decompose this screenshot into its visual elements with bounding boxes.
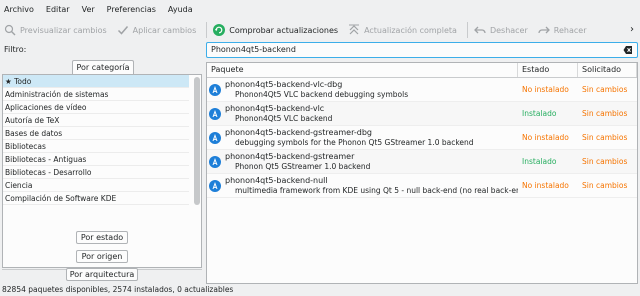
full-update-button[interactable]: Actualización completa <box>348 24 457 36</box>
toolbar-separator <box>206 22 208 38</box>
search-value: Phonon4qt5-backend <box>211 45 296 54</box>
menu-archivo[interactable]: Archivo <box>4 5 34 14</box>
tab-by-state[interactable]: Por estado <box>76 231 128 244</box>
table-row[interactable]: phonon4qt5-backend-null multimedia framew… <box>207 174 637 198</box>
package-description: Phonon4Qt5 VLC backend debugging symbols <box>235 89 409 99</box>
package-cell: phonon4qt5-backend-null multimedia framew… <box>207 174 518 197</box>
category-item[interactable]: Bibliotecas - Desarrollo <box>3 166 189 179</box>
table-row[interactable]: phonon4qt5-backend-vlc-dbg Phonon4Qt5 VLC… <box>207 78 637 102</box>
package-requested: Sin cambios <box>582 181 628 190</box>
table-row[interactable]: phonon4qt5-backend-vlc Phonon4Qt5 VLC bac… <box>207 102 637 126</box>
category-item[interactable]: Bases de datos <box>3 127 189 140</box>
refresh-icon <box>213 24 226 36</box>
toolbar-overflow-icon[interactable]: › <box>630 24 634 35</box>
package-requested: Sin cambios <box>582 157 628 166</box>
package-name: phonon4qt5-backend-vlc-dbg <box>225 79 343 89</box>
redo-label: Rehacer <box>553 25 587 35</box>
category-item[interactable]: Bibliotecas <box>3 140 189 153</box>
preview-changes-button[interactable]: Previsualizar cambios <box>4 24 107 36</box>
apply-changes-button[interactable]: Aplicar cambios <box>117 24 197 36</box>
package-cell: phonon4qt5-backend-vlc-dbg Phonon4Qt5 VLC… <box>207 78 518 101</box>
header-state[interactable]: Estado <box>518 63 578 77</box>
category-item-todo[interactable]: ★ Todo <box>3 75 189 88</box>
menu-preferencias[interactable]: Preferencias <box>107 5 156 14</box>
redo-button[interactable]: Rehacer <box>538 24 587 36</box>
check-updates-button[interactable]: Comprobar actualizaciones <box>213 24 338 36</box>
filter-label: Filtro: <box>4 45 27 54</box>
package-requested: Sin cambios <box>582 133 628 142</box>
package-description: Phonon Qt5 GStreamer 1.0 backend <box>235 161 371 171</box>
table-header: Paquete Estado Solicitado <box>207 63 637 78</box>
preview-changes-label: Previsualizar cambios <box>20 25 107 35</box>
check-updates-label: Comprobar actualizaciones <box>229 25 339 35</box>
package-cell: phonon4qt5-backend-gstreamer-dbg debuggin… <box>207 126 518 149</box>
app-store-icon <box>209 179 221 192</box>
category-item[interactable]: Autoría de TeX <box>3 114 189 127</box>
package-state: No instalado <box>522 133 569 142</box>
package-name: phonon4qt5-backend-vlc <box>225 103 325 113</box>
menu-ayuda[interactable]: Ayuda <box>168 5 193 14</box>
tab-by-category[interactable]: Por categoría <box>72 60 134 74</box>
package-state: No instalado <box>522 181 569 190</box>
package-name: phonon4qt5-backend-null <box>225 175 328 185</box>
package-state: No instalado <box>522 85 569 94</box>
category-item[interactable]: Ciencia <box>3 179 189 192</box>
tab-by-origin[interactable]: Por origen <box>76 250 128 263</box>
apply-changes-label: Aplicar cambios <box>132 25 197 35</box>
header-package[interactable]: Paquete <box>207 63 518 77</box>
undo-label: Deshacer <box>489 25 528 35</box>
clear-input-icon[interactable] <box>623 45 633 55</box>
package-name: phonon4qt5-backend-gstreamer <box>225 151 355 161</box>
redo-icon <box>538 24 550 36</box>
package-requested: Sin cambios <box>582 85 628 94</box>
menu-editar[interactable]: Editar <box>46 5 70 14</box>
package-state: Instalado <box>522 157 557 166</box>
category-item[interactable]: Aplicaciones de vídeo <box>3 101 189 114</box>
category-item[interactable]: Compilación de Software KDE <box>3 192 189 205</box>
search-input[interactable]: Phonon4qt5-backend <box>206 42 638 58</box>
package-cell: phonon4qt5-backend-vlc Phonon4Qt5 VLC bac… <box>207 102 518 125</box>
preview-icon <box>4 24 16 36</box>
toolbar: Previsualizar cambios Aplicar cambios Co… <box>0 18 640 42</box>
category-scrollbar[interactable] <box>194 77 200 205</box>
table-row[interactable]: phonon4qt5-backend-gstreamer-dbg debuggin… <box>207 126 637 150</box>
app-store-icon <box>209 155 221 168</box>
header-requested[interactable]: Solicitado <box>578 63 637 77</box>
app-store-icon <box>209 83 221 96</box>
undo-button[interactable]: Deshacer <box>474 24 528 36</box>
category-item[interactable]: Administración de sistemas <box>3 88 189 101</box>
app-store-icon <box>209 107 221 120</box>
menu-ver[interactable]: Ver <box>82 5 95 14</box>
undo-icon <box>474 24 486 36</box>
package-description: Phonon4Qt5 VLC backend <box>235 113 333 123</box>
package-requested: Sin cambios <box>582 109 628 118</box>
checkmark-icon <box>117 24 129 36</box>
star-icon: ★ <box>5 77 15 86</box>
table-row[interactable]: phonon4qt5-backend-gstreamer Phonon Qt5 G… <box>207 150 637 174</box>
status-bar: 82854 paquetes disponibles, 2574 instala… <box>2 285 234 294</box>
filter-panel: Filtro: Por categoría ★ Todo Administrac… <box>0 42 204 284</box>
app-store-icon <box>209 131 221 144</box>
package-cell: phonon4qt5-backend-gstreamer Phonon Qt5 G… <box>207 150 518 173</box>
category-item[interactable]: Bibliotecas - Antiguas <box>3 153 189 166</box>
menubar: Archivo Editar Ver Preferencias Ayuda <box>0 0 640 18</box>
package-table: Paquete Estado Solicitado phonon4qt5-bac… <box>206 62 638 284</box>
package-description: debugging symbols for the Phonon Qt5 GSt… <box>235 137 474 147</box>
package-state: Instalado <box>522 109 557 118</box>
toolbar-separator <box>466 22 468 38</box>
package-description: multimedia framework from KDE using Qt 5… <box>235 185 518 195</box>
tab-by-architecture[interactable]: Por arquitectura <box>66 268 138 281</box>
upgrade-arrows-icon <box>348 24 360 36</box>
full-update-label: Actualización completa <box>364 25 457 35</box>
package-name: phonon4qt5-backend-gstreamer-dbg <box>225 127 372 137</box>
category-label: Todo <box>14 77 32 86</box>
